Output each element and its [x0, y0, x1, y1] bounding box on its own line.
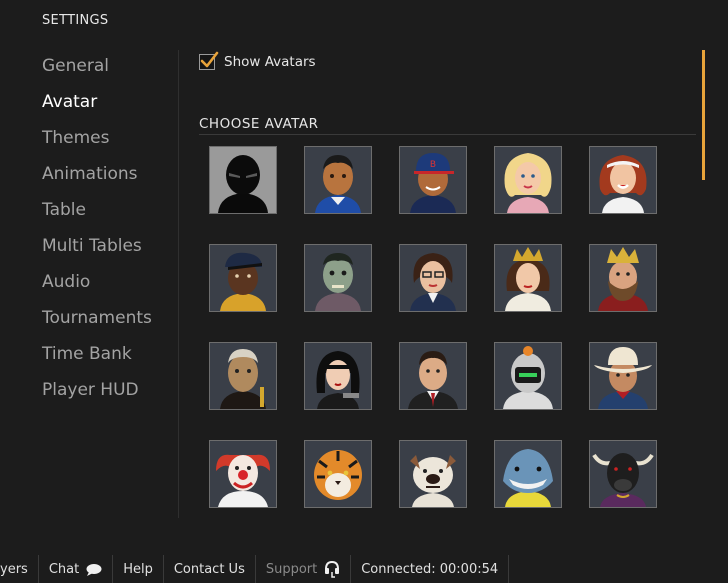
scrollbar-thumb[interactable]	[702, 50, 705, 180]
avatar-astronaut-robot[interactable]	[494, 342, 562, 410]
tiger-avatar-icon	[305, 441, 371, 507]
avatar-clown[interactable]	[209, 440, 277, 508]
section-divider	[199, 134, 696, 135]
sidebar-divider	[178, 50, 179, 518]
avatar-old-man[interactable]	[209, 342, 277, 410]
bull-avatar-icon	[590, 441, 656, 507]
ninja-avatar-icon	[210, 147, 276, 213]
queen-avatar-icon	[495, 245, 561, 311]
sidebar-item-player-hud[interactable]: Player HUD	[42, 377, 172, 413]
zombie-avatar-icon	[305, 245, 371, 311]
soccer-player-avatar-icon	[305, 147, 371, 213]
settings-sidebar: General Avatar Themes Animations Table M…	[42, 53, 172, 413]
footer-support-label: Support	[265, 561, 318, 577]
avatar-cowboy[interactable]	[589, 342, 657, 410]
shark-avatar-icon	[495, 441, 561, 507]
businessman-avatar-icon	[400, 343, 466, 409]
king-avatar-icon	[590, 245, 656, 311]
choose-avatar-heading: CHOOSE AVATAR	[199, 116, 319, 132]
bulldog-avatar-icon	[400, 441, 466, 507]
sidebar-item-animations[interactable]: Animations	[42, 161, 172, 197]
footer-chat-label: Chat	[48, 561, 80, 577]
old-man-avatar-icon	[210, 343, 276, 409]
rapper-avatar-icon	[210, 245, 276, 311]
sidebar-item-general[interactable]: General	[42, 53, 172, 89]
blonde-woman-avatar-icon	[495, 147, 561, 213]
avatar-businesswoman[interactable]	[399, 244, 467, 312]
baseball-player-avatar-icon: B	[400, 147, 466, 213]
avatar-rapper[interactable]	[209, 244, 277, 312]
sidebar-item-avatar[interactable]: Avatar	[42, 89, 172, 125]
connection-status: Connected: 00:00:54	[351, 555, 510, 583]
show-avatars-label: Show Avatars	[224, 54, 316, 70]
astronaut-robot-avatar-icon	[495, 343, 561, 409]
footer-players-link[interactable]: yers	[0, 555, 39, 583]
avatar-gun-woman[interactable]	[304, 342, 372, 410]
footer-chat-button[interactable]: Chat	[39, 555, 114, 583]
sidebar-item-audio[interactable]: Audio	[42, 269, 172, 305]
avatar-baseball-player[interactable]: B	[399, 146, 467, 214]
sidebar-item-table[interactable]: Table	[42, 197, 172, 233]
footer-players-label: yers	[0, 561, 28, 577]
avatar-redhead-woman[interactable]	[589, 146, 657, 214]
show-avatars-toggle[interactable]: Show Avatars	[199, 51, 316, 73]
avatar-king[interactable]	[589, 244, 657, 312]
avatar-ninja[interactable]	[209, 146, 277, 214]
avatar-queen[interactable]	[494, 244, 562, 312]
footer-contact-us-button[interactable]: Contact Us	[164, 555, 256, 583]
sidebar-item-multi-tables[interactable]: Multi Tables	[42, 233, 172, 269]
connection-status-label: Connected: 00:00:54	[361, 561, 499, 577]
redhead-woman-avatar-icon	[590, 147, 656, 213]
avatar-tiger[interactable]	[304, 440, 372, 508]
sidebar-item-tournaments[interactable]: Tournaments	[42, 305, 172, 341]
avatar-grid: B	[209, 146, 657, 508]
avatar-shark[interactable]	[494, 440, 562, 508]
sidebar-item-themes[interactable]: Themes	[42, 125, 172, 161]
gun-woman-avatar-icon	[305, 343, 371, 409]
footer-contact-us-label: Contact Us	[173, 561, 245, 577]
show-avatars-checkbox[interactable]	[199, 51, 219, 70]
clown-avatar-icon	[210, 441, 276, 507]
avatar-blonde-woman[interactable]	[494, 146, 562, 214]
status-bar: yers Chat Help Contact Us Support Connec…	[0, 555, 728, 583]
page-title: SETTINGS	[42, 13, 109, 28]
footer-support-button[interactable]: Support	[256, 555, 352, 583]
headset-icon	[324, 560, 340, 578]
avatar-bull[interactable]	[589, 440, 657, 508]
checkmark-icon	[200, 51, 219, 68]
businesswoman-avatar-icon	[400, 245, 466, 311]
chat-bubble-icon	[86, 563, 102, 576]
avatar-zombie[interactable]	[304, 244, 372, 312]
footer-help-label: Help	[123, 561, 153, 577]
cowboy-avatar-icon	[590, 343, 656, 409]
footer-help-button[interactable]: Help	[113, 555, 164, 583]
avatar-soccer-player[interactable]	[304, 146, 372, 214]
avatar-businessman[interactable]	[399, 342, 467, 410]
avatar-bulldog[interactable]	[399, 440, 467, 508]
sidebar-item-time-bank[interactable]: Time Bank	[42, 341, 172, 377]
svg-text:B: B	[430, 160, 436, 170]
